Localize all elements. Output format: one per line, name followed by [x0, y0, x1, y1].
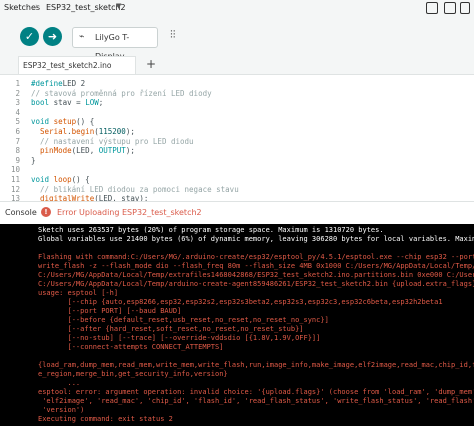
code-editor[interactable]: 1 2 3 4 5 6 7 8 9 10 11 12 13 #defineLED…: [0, 75, 474, 201]
usb-icon: ⌁: [79, 32, 85, 42]
file-tabs: ESP32_test_sketch2.ino +: [0, 56, 474, 75]
console-line: C:/Users/MG/AppData/Local/Temp/extrafile…: [38, 271, 474, 279]
console-line: {load_ram,dump_mem,read_mem,write_mem,wr…: [38, 361, 474, 369]
line-number: 10: [10, 165, 20, 175]
line-number: 7: [15, 136, 20, 146]
console-line: [--before {default_reset,usb_reset,no_re…: [38, 316, 329, 324]
console-line: e_region,merge_bin,get_security_info,ver…: [38, 370, 228, 378]
code-line: Serial.begin(115200);: [40, 127, 135, 136]
console-line: Executing command: exit status 2: [38, 415, 173, 423]
breadcrumb: Sketches › ESP32_test_sketch2 ▼: [0, 0, 474, 19]
code-line: // nastavení výstupu pro LED diodu: [40, 136, 194, 146]
console-line: Flashing with command:C:/Users/MG/.ardui…: [38, 253, 474, 261]
board-selector[interactable]: ⌁ LilyGo T-Display: [72, 27, 158, 61]
console-line: [--port PORT] [--baud BAUD]: [38, 307, 182, 315]
console-line: C:/Users/MG/AppData/Local/Temp/arduino-c…: [38, 280, 474, 288]
chevron-down-icon[interactable]: ▼: [116, 2, 121, 10]
share-icon[interactable]: [444, 2, 456, 14]
error-icon: !: [41, 207, 51, 217]
console-line: [--no-stub] [--trace] [--override-vddsdi…: [38, 334, 321, 342]
tab-sketch-file[interactable]: ESP32_test_sketch2.ino: [18, 56, 136, 74]
toolbar: ✓ ➜ ⌁ LilyGo T-Display ⫶⫶: [0, 18, 474, 61]
breadcrumb-separator-icon: ›: [35, 2, 39, 12]
console-output[interactable]: Sketch uses 263537 bytes (20%) of progra…: [0, 224, 474, 426]
console-line: [--connect-attempts CONNECT_ATTEMPTS]: [38, 343, 224, 351]
code-line: digitalWrite(LED, stav);: [40, 194, 149, 201]
console-line: 'elf2image', 'read_mac', 'chip_id', 'fla…: [38, 397, 474, 405]
checkmark-icon: ✓: [24, 30, 35, 43]
line-number: 11: [10, 175, 20, 184]
console-line: [--after {hard_reset,soft_reset,no_reset…: [38, 325, 304, 333]
code-line: pinMode(LED, OUTPUT);: [40, 146, 135, 156]
line-number: 2: [15, 88, 20, 98]
code-line: // blikání LED diodou za pomoci negace s…: [40, 184, 239, 194]
serial-monitor-settings-icon[interactable]: ⫶⫶: [170, 28, 176, 42]
console-line: 'version'): [38, 406, 85, 414]
console-line: write_flash -z --flash_mode dio --flash_…: [38, 262, 474, 270]
console-line: Sketch uses 263537 bytes (20%) of progra…: [38, 226, 384, 234]
console-line: esptool: error: argument operation: inva…: [38, 388, 474, 396]
error-message: Error Uploading ESP32_test_sketch2: [57, 208, 202, 217]
console-label: Console: [5, 208, 37, 217]
line-number: 12: [10, 184, 20, 194]
window-icon[interactable]: [426, 2, 438, 14]
line-number: 5: [15, 117, 20, 127]
line-number-gutter: 1 2 3 4 5 6 7 8 9 10 11 12 13: [0, 75, 26, 201]
breadcrumb-sketch-name[interactable]: ESP32_test_sketch2: [46, 3, 126, 12]
add-tab-icon[interactable]: +: [146, 56, 156, 72]
panel-icon[interactable]: [460, 2, 470, 14]
console-header: Console ! Error Uploading ESP32_test_ske…: [0, 201, 474, 225]
line-number: 1: [15, 79, 20, 88]
line-number: 9: [15, 155, 20, 165]
verify-button[interactable]: ✓: [20, 27, 39, 46]
upload-button[interactable]: ➜: [43, 27, 62, 46]
code-line: #defineLED 2: [31, 79, 86, 88]
line-number: 13: [10, 194, 20, 201]
console-line: usage: esptool [-h]: [38, 289, 119, 297]
arrow-right-icon: ➜: [47, 30, 58, 43]
console-line: Global variables use 21400 bytes (6%) of…: [38, 235, 474, 243]
line-number: 8: [15, 146, 20, 156]
line-number: 3: [15, 98, 20, 108]
console-line: ...: [38, 379, 81, 387]
line-number: 4: [15, 107, 20, 117]
line-number: 6: [15, 127, 20, 136]
code-line: void setup() {: [31, 117, 95, 127]
code-line: void loop() {: [31, 175, 90, 184]
code-line: bool stav = LOW;: [31, 98, 104, 108]
console-line: [--chip {auto,esp8266,esp32,esp32s2,esp3…: [38, 298, 443, 306]
code-line: // stavová proměnná pro řízení LED diody: [31, 88, 212, 98]
code-line: }: [31, 155, 36, 165]
